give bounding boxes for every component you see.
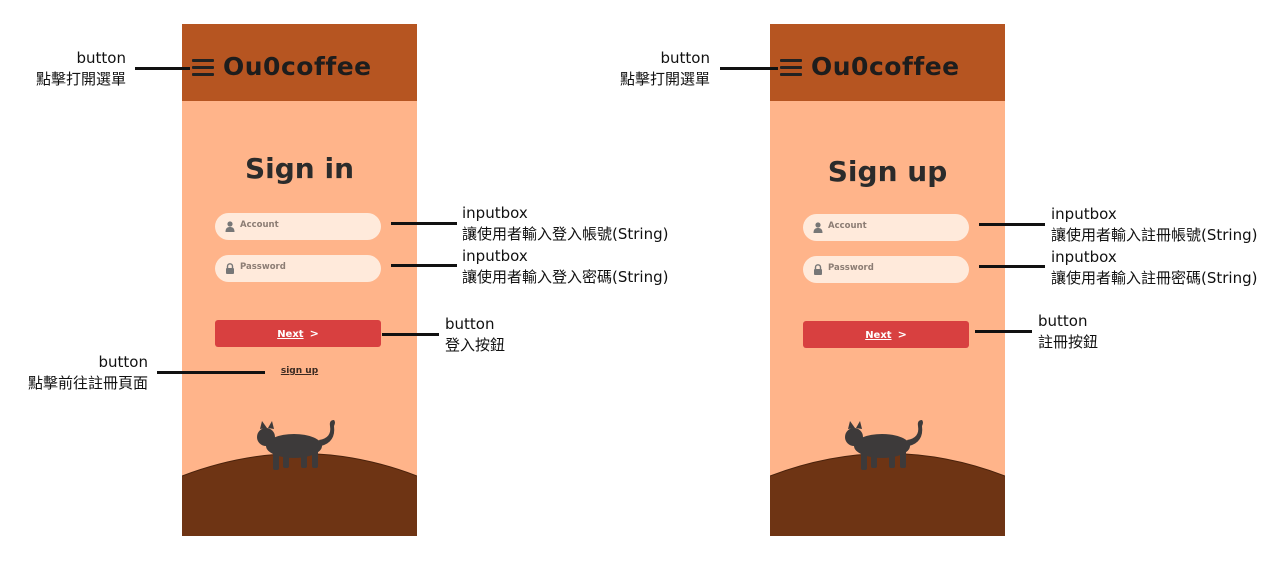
- password-placeholder: Password: [828, 263, 874, 273]
- annotation-desc: 讓使用者輸入登入帳號(String): [462, 225, 669, 243]
- annotation-type: button: [445, 315, 495, 333]
- leader-line: [157, 371, 265, 374]
- annotation-type: inputbox: [1051, 205, 1117, 223]
- annotation-type: button: [76, 49, 126, 67]
- hamburger-icon[interactable]: [192, 59, 214, 77]
- next-button[interactable]: Next >: [803, 321, 969, 348]
- annotation-desc: 登入按鈕: [445, 336, 506, 354]
- annotation-type: button: [1038, 312, 1088, 330]
- app-brand: Ou0coffee: [811, 52, 960, 81]
- app-header: Ou0coffee: [182, 24, 417, 101]
- annotation-menu: button 點擊打開選單: [36, 48, 126, 90]
- page-title: Sign in: [244, 152, 355, 185]
- annotation-password: inputbox 讓使用者輸入註冊密碼(String): [1051, 247, 1257, 289]
- cat-illustration: [770, 420, 1005, 536]
- next-label: Next: [277, 329, 304, 340]
- account-input[interactable]: Account: [215, 213, 381, 240]
- signup-screen: Ou0coffee Sign up Account Password Next >: [770, 24, 1005, 536]
- annotation-type: inputbox: [462, 204, 528, 222]
- annotation-register: button 註冊按鈕: [1038, 311, 1098, 353]
- annotation-type: button: [660, 49, 710, 67]
- chevron-right-icon: >: [309, 327, 319, 340]
- annotation-desc: 點擊前往註冊頁面: [27, 374, 148, 392]
- next-label: Next: [865, 330, 892, 341]
- signin-screen: Ou0coffee Sign in Account Password Next >…: [182, 24, 417, 536]
- next-button[interactable]: Next >: [215, 320, 381, 347]
- user-icon: [225, 221, 235, 232]
- leader-line: [135, 67, 190, 70]
- annotation-account: inputbox 讓使用者輸入註冊帳號(String): [1051, 204, 1257, 246]
- chevron-right-icon: >: [897, 328, 907, 341]
- password-input[interactable]: Password: [803, 256, 969, 283]
- account-placeholder: Account: [828, 221, 867, 231]
- annotation-password: inputbox 讓使用者輸入登入密碼(String): [462, 246, 668, 288]
- lock-icon: [814, 264, 822, 275]
- cat-illustration: [182, 420, 417, 536]
- annotation-type: inputbox: [462, 247, 528, 265]
- leader-line: [391, 264, 457, 267]
- annotation-account: inputbox 讓使用者輸入登入帳號(String): [462, 203, 668, 245]
- leader-line: [979, 265, 1045, 268]
- leader-line: [382, 333, 439, 336]
- annotation-desc: 註冊按鈕: [1038, 333, 1099, 351]
- app-brand: Ou0coffee: [223, 52, 372, 81]
- lock-icon: [226, 263, 234, 274]
- annotation-type: inputbox: [1051, 248, 1117, 266]
- leader-line: [720, 67, 778, 70]
- app-header: Ou0coffee: [770, 24, 1005, 101]
- annotation-desc: 讓使用者輸入登入密碼(String): [462, 268, 669, 286]
- hamburger-icon[interactable]: [780, 59, 802, 77]
- account-input[interactable]: Account: [803, 214, 969, 241]
- leader-line: [975, 330, 1032, 333]
- account-placeholder: Account: [240, 220, 279, 230]
- annotation-desc: 點擊打開選單: [619, 70, 710, 88]
- annotation-desc: 讓使用者輸入註冊密碼(String): [1051, 269, 1258, 287]
- annotation-type: button: [98, 353, 148, 371]
- page-title: Sign up: [827, 155, 948, 188]
- user-icon: [813, 222, 823, 233]
- annotation-login: button 登入按鈕: [445, 314, 505, 356]
- annotation-desc: 點擊打開選單: [35, 70, 126, 88]
- annotation-signup: button 點擊前往註冊頁面: [28, 352, 148, 394]
- leader-line: [979, 223, 1045, 226]
- leader-line: [391, 222, 457, 225]
- password-placeholder: Password: [240, 262, 286, 272]
- annotation-menu: button 點擊打開選單: [620, 48, 710, 90]
- annotation-desc: 讓使用者輸入註冊帳號(String): [1051, 226, 1258, 244]
- password-input[interactable]: Password: [215, 255, 381, 282]
